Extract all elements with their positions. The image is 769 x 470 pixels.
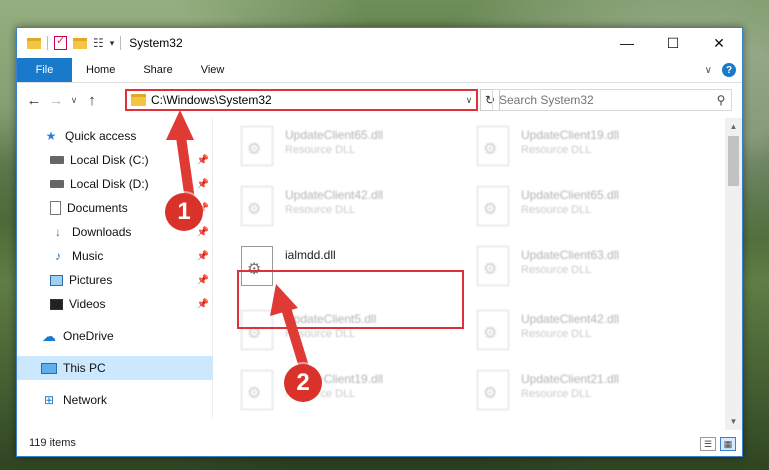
annotation-overlay — [166, 110, 310, 375]
arrow-2 — [270, 284, 310, 375]
arrow-1 — [166, 110, 195, 205]
step-2-badge: 2 — [284, 364, 322, 402]
step-1-badge: 1 — [165, 193, 203, 231]
